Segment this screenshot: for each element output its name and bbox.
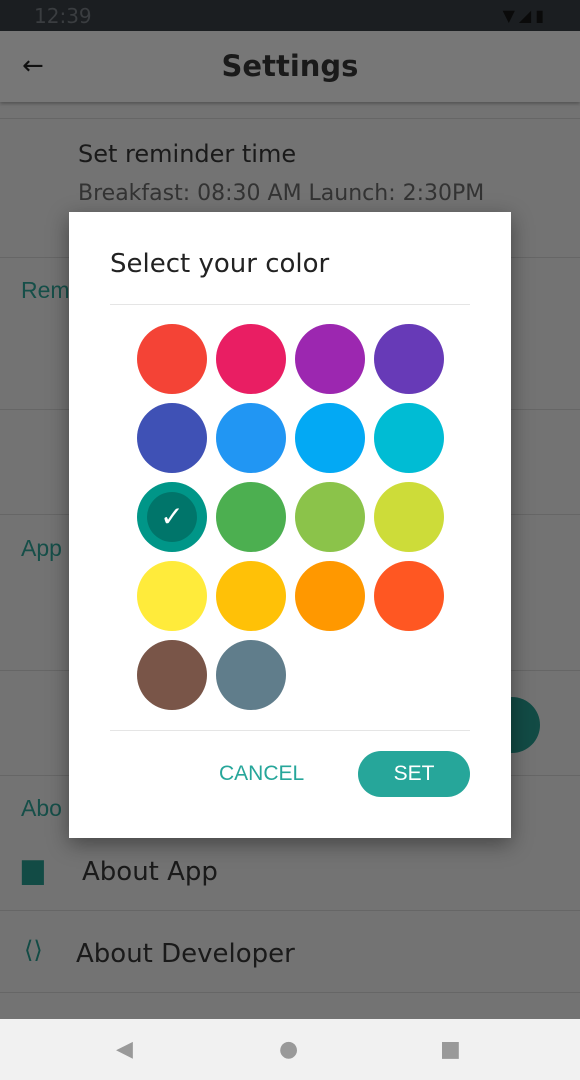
color-swatch[interactable] xyxy=(295,324,365,394)
reminder-time-subtitle: Breakfast: 08:30 AM Launch: 2:30PM xyxy=(78,181,485,206)
color-swatch[interactable] xyxy=(216,403,286,473)
section-header: Abo xyxy=(21,795,62,821)
divider xyxy=(0,992,580,993)
reminder-time-title[interactable]: Set reminder time xyxy=(78,140,296,168)
dialog-title: Select your color xyxy=(110,249,330,279)
color-picker-dialog: Select your color ✓ CANCEL SET xyxy=(69,212,511,838)
app-bar: ← Settings xyxy=(0,31,580,102)
status-bar: 12:39 ▼◢▮ xyxy=(0,0,580,31)
color-swatch[interactable] xyxy=(374,561,444,631)
set-button[interactable]: SET xyxy=(358,751,470,797)
back-nav-icon[interactable]: ◀ xyxy=(116,1037,133,1062)
home-nav-icon[interactable]: ● xyxy=(279,1037,298,1062)
android-icon: ▆ xyxy=(22,852,44,885)
color-swatch[interactable] xyxy=(374,482,444,552)
recents-nav-icon[interactable]: ■ xyxy=(440,1037,461,1062)
color-swatch[interactable] xyxy=(216,482,286,552)
color-swatch[interactable] xyxy=(295,561,365,631)
divider xyxy=(110,730,470,731)
status-time: 12:39 xyxy=(34,4,92,28)
about-app-item[interactable]: About App xyxy=(82,857,218,887)
color-swatch[interactable] xyxy=(374,324,444,394)
color-swatch[interactable] xyxy=(137,561,207,631)
page-title: Settings xyxy=(221,49,359,83)
color-swatch[interactable] xyxy=(137,324,207,394)
section-header: App xyxy=(21,535,62,561)
status-icons: ▼◢▮ xyxy=(502,6,548,25)
divider xyxy=(0,118,580,119)
color-swatch[interactable]: ✓ xyxy=(137,482,207,552)
section-header: Rem xyxy=(21,277,70,303)
cancel-button[interactable]: CANCEL xyxy=(219,762,304,786)
color-swatch[interactable] xyxy=(137,403,207,473)
color-swatch[interactable] xyxy=(216,324,286,394)
color-swatch[interactable] xyxy=(137,640,207,710)
color-swatch[interactable] xyxy=(295,403,365,473)
navigation-bar: ◀ ● ■ xyxy=(0,1019,580,1080)
check-icon: ✓ xyxy=(147,492,197,542)
divider xyxy=(110,304,470,305)
color-swatch[interactable] xyxy=(374,403,444,473)
color-swatch[interactable] xyxy=(216,640,286,710)
divider xyxy=(0,910,580,911)
about-developer-item[interactable]: About Developer xyxy=(76,939,295,969)
developer-icon: ⟨⟩ xyxy=(24,936,43,964)
color-swatch[interactable] xyxy=(295,482,365,552)
color-swatch[interactable] xyxy=(216,561,286,631)
